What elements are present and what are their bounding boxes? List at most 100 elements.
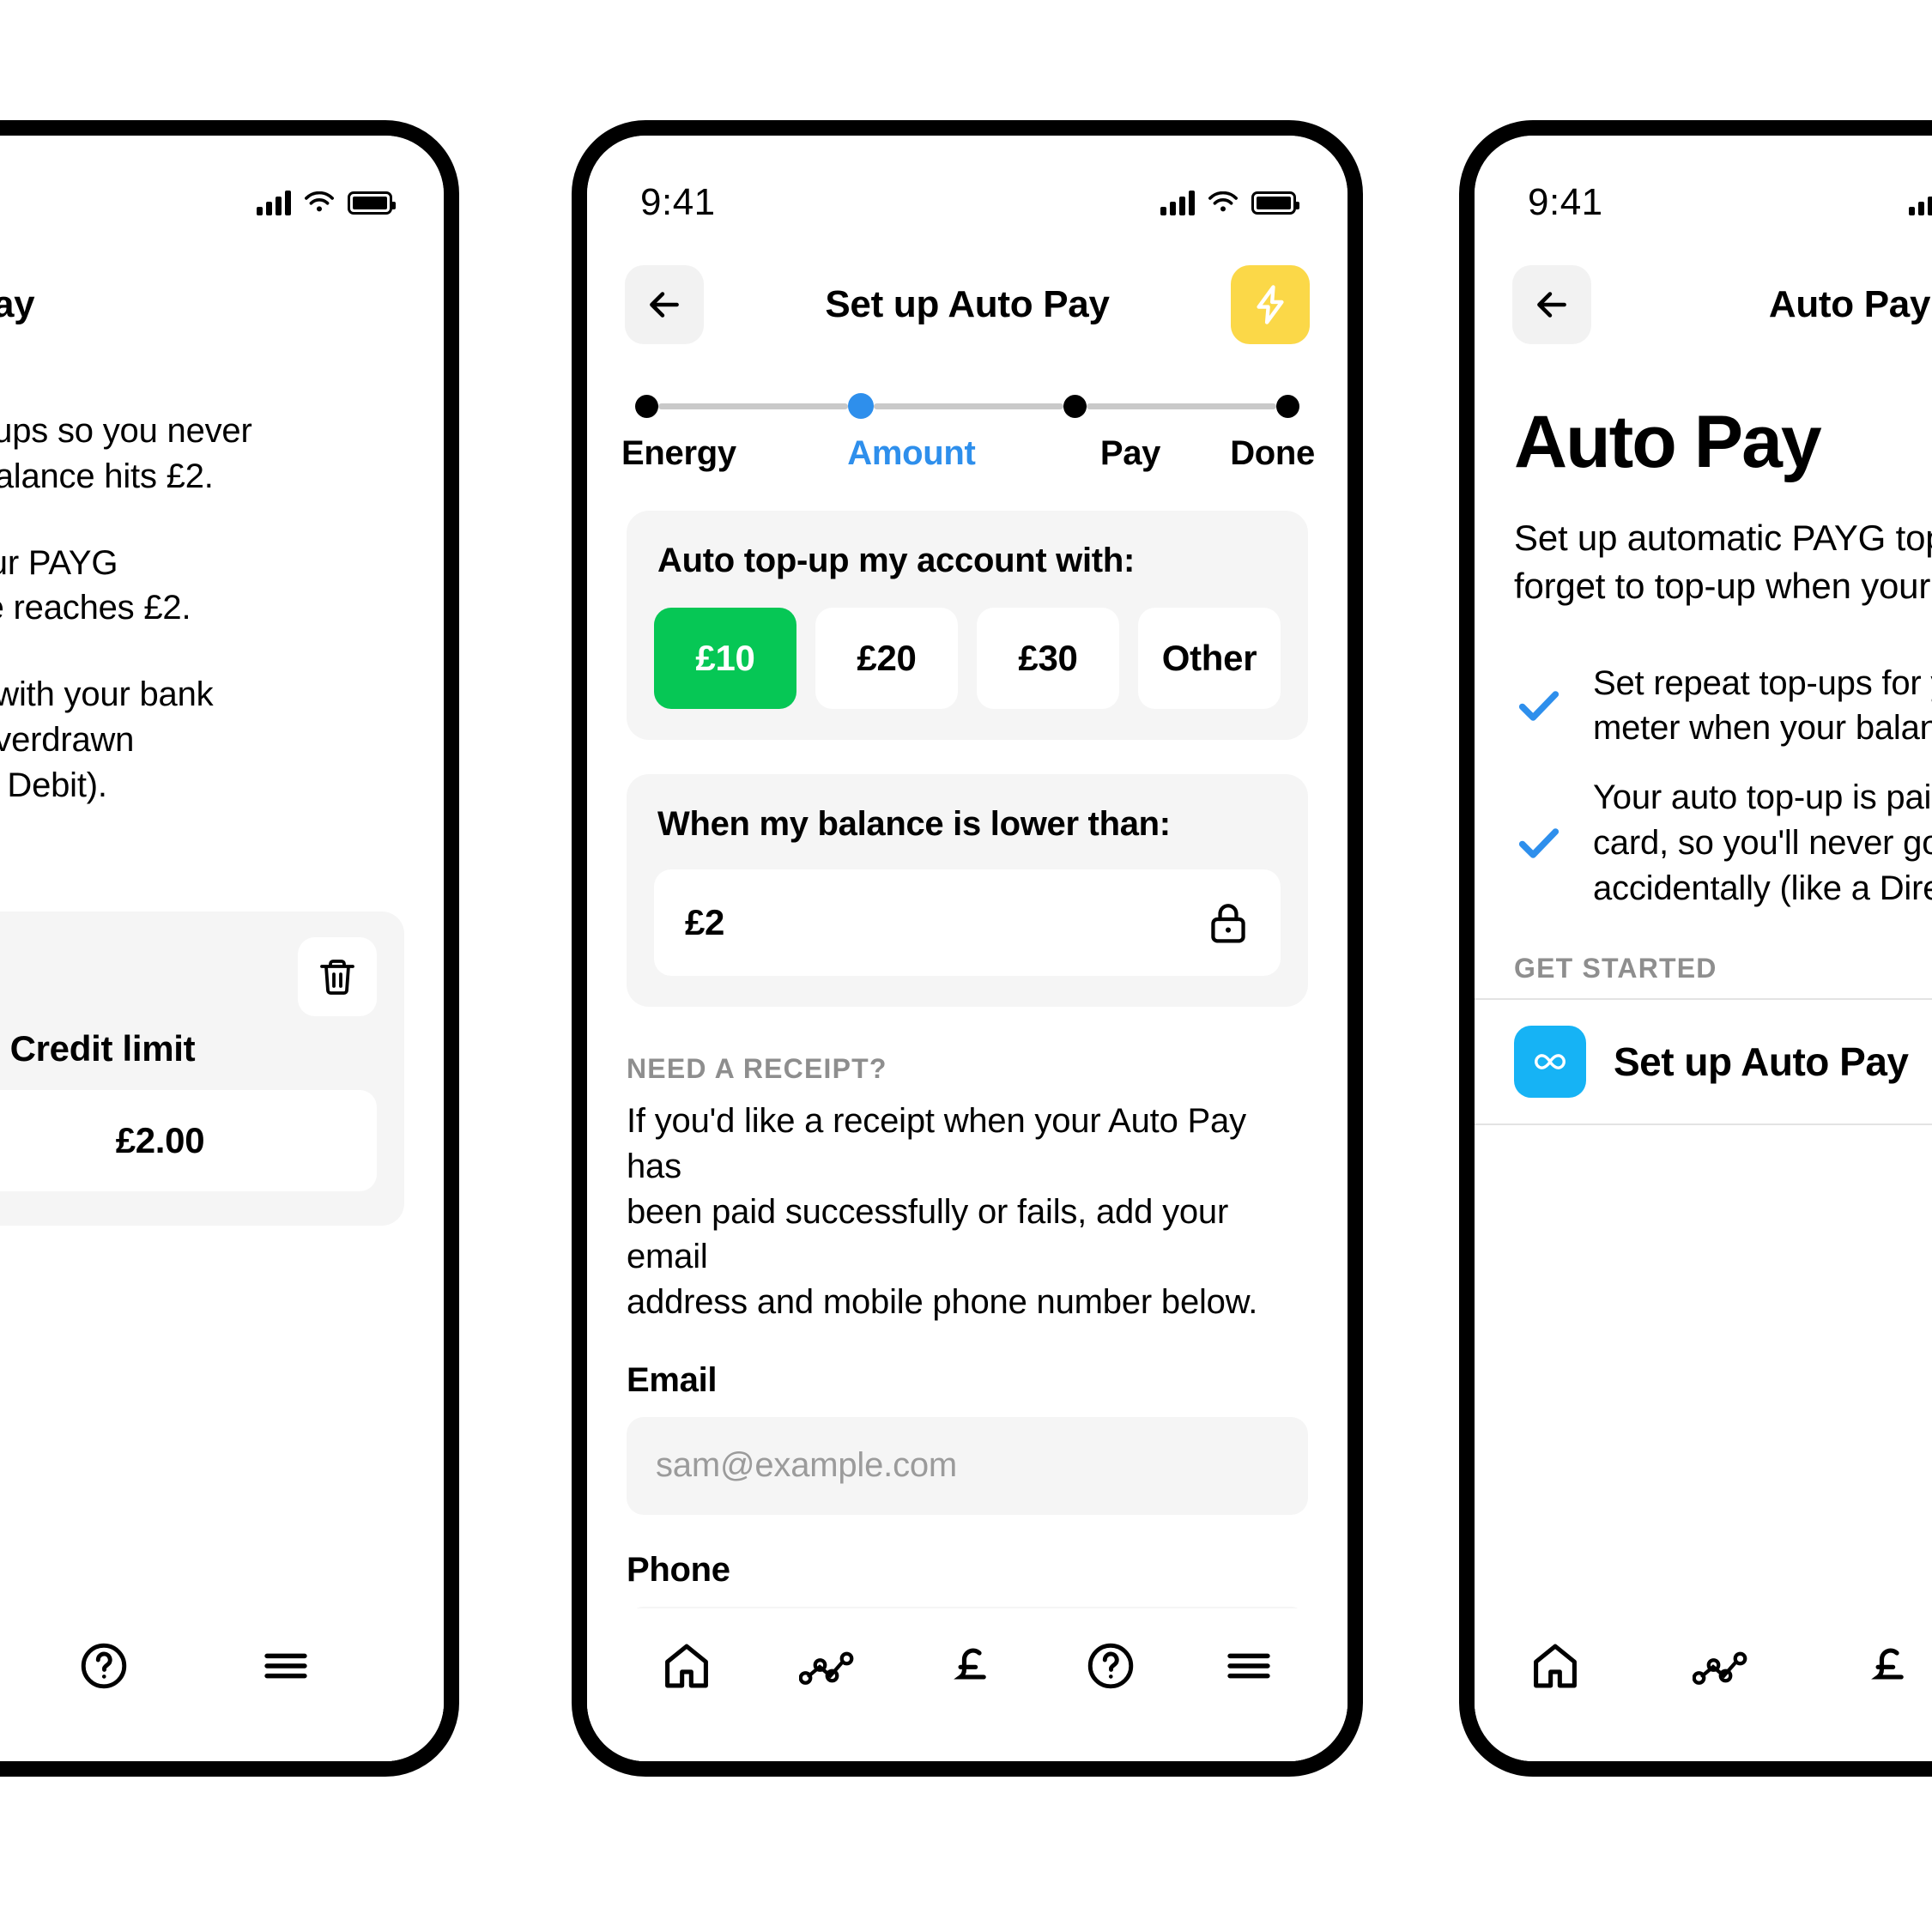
stepper-dot-energy[interactable] — [635, 394, 658, 418]
left-paragraph-0-line-0: c PAYG top-ups so you never — [0, 412, 252, 450]
amount-option-30[interactable]: £30 — [977, 608, 1119, 709]
phone-label: Phone — [627, 1550, 730, 1589]
credit-limit-label: Credit limit — [9, 1027, 196, 1069]
stepper-label-amount: Amount — [847, 434, 976, 472]
receipt-body: If you'd like a receipt when your Auto P… — [627, 1099, 1308, 1325]
balance-threshold-field[interactable]: £2 — [654, 869, 1281, 976]
cellular-bars-icon — [1160, 190, 1195, 215]
tab-payments-right[interactable] — [1862, 1639, 1916, 1693]
page-title-left: Auto Pay — [0, 283, 35, 325]
benefit-text-0: Set repeat top-ups for yo meter when you… — [1593, 661, 1932, 752]
stepper-labels: Energy Amount Pay Done — [621, 434, 1315, 473]
tab-usage-mid[interactable] — [799, 1644, 859, 1688]
topup-amount-card: Auto top-up my account with: £10 £20 £30… — [627, 511, 1308, 740]
tab-menu-left[interactable] — [259, 1639, 312, 1693]
phone-right-screen: 9:41 Auto Pay Auto Pay Set up automatic … — [1475, 136, 1932, 1761]
receipt-eyebrow: NEED A RECEIPT? — [627, 1053, 887, 1084]
infinity-icon-badge — [1514, 1025, 1586, 1098]
hero-copy: Set up automatic PAYG top-u forget to to… — [1475, 485, 1932, 611]
left-paragraph-2-line-2: (like a Direct Debit). — [0, 766, 107, 804]
stepper-label-pay: Pay — [1099, 434, 1161, 472]
left-paragraph-2-line-1: ll never go overdrawn — [0, 720, 135, 759]
list-divider-bottom — [1475, 1123, 1932, 1125]
phone-left-screen: Auto Pay c PAYG top-ups so you never whe… — [0, 136, 444, 1761]
hero-copy-line-0: Set up automatic PAYG top-u — [1514, 518, 1932, 558]
balance-threshold-title: When my balance is lower than: — [657, 805, 1171, 843]
hero-title: Auto Pay — [1514, 401, 1822, 483]
benefit-item-0: Set repeat top-ups for yo meter when you… — [1514, 661, 1932, 752]
question-circle-icon — [81, 1643, 127, 1689]
set-up-auto-pay-row[interactable]: Set up Auto Pay — [1475, 1000, 1932, 1123]
amount-option-10[interactable]: £10 — [654, 608, 796, 709]
back-button[interactable] — [625, 265, 704, 344]
lock-icon — [1211, 904, 1245, 943]
wifi-icon — [1208, 191, 1239, 215]
stepper-line-1 — [658, 403, 848, 409]
delete-button[interactable] — [298, 936, 377, 1016]
tab-payments-mid[interactable] — [945, 1639, 998, 1693]
get-started-eyebrow: GET STARTED — [1514, 952, 1717, 984]
tab-bar-left — [0, 1608, 444, 1761]
battery-icon — [348, 191, 396, 215]
credit-limit-value[interactable]: £2.00 — [0, 1089, 377, 1191]
stepper-dot-amount[interactable] — [848, 393, 874, 419]
tab-usage-right[interactable] — [1693, 1644, 1753, 1688]
receipt-body-line-0: If you'd like a receipt when your Auto P… — [627, 1102, 1246, 1185]
balance-threshold-value: £2 — [685, 902, 725, 942]
amount-option-other[interactable]: Other — [1138, 608, 1281, 709]
question-circle-icon — [1087, 1643, 1133, 1689]
set-up-auto-pay-label: Set up Auto Pay — [1614, 1039, 1909, 1084]
tab-help-mid[interactable] — [1084, 1639, 1137, 1693]
stepper-dot-pay[interactable] — [1063, 394, 1087, 418]
checkmark-icon — [1518, 828, 1560, 859]
email-label: Email — [627, 1360, 718, 1399]
tab-menu-mid[interactable] — [1222, 1639, 1275, 1693]
battery-icon — [1251, 191, 1299, 215]
status-icons-mid — [1160, 190, 1299, 215]
benefit-0-line-0: Set repeat top-ups for yo — [1593, 663, 1932, 702]
amount-option-20[interactable]: £20 — [815, 608, 958, 709]
receipt-body-line-2: address and mobile phone number below. — [627, 1283, 1258, 1322]
credit-limit-card: Credit limit £2.00 — [0, 911, 404, 1226]
stepper-line-3 — [1087, 403, 1276, 409]
tab-home-right[interactable] — [1528, 1638, 1583, 1693]
phone-middle: 9:41 Set up Auto Pay Energy Amount Pay D… — [572, 120, 1363, 1777]
benefit-1-line-2: accidentally (like a Direct — [1593, 869, 1932, 907]
topup-amount-options: £10 £20 £30 Other — [654, 608, 1281, 709]
stepper-dot-done[interactable] — [1276, 394, 1299, 418]
back-button-right[interactable] — [1512, 265, 1591, 344]
stepper-line-2 — [874, 403, 1063, 409]
home-icon — [1534, 1644, 1577, 1688]
home-icon — [664, 1644, 708, 1688]
left-paragraph-2-line-0: p-up is paid with your bank — [0, 675, 214, 714]
topup-amount-title: Auto top-up my account with: — [657, 542, 1135, 579]
hamburger-menu-icon — [1227, 1653, 1270, 1679]
lightning-bolt-icon — [1257, 285, 1284, 324]
credit-limit-fields: £2.00 — [0, 1089, 377, 1191]
stepper-label-done: Done — [1230, 434, 1315, 472]
status-bar-mid: 9:41 — [587, 136, 1348, 237]
status-icons — [257, 190, 396, 215]
pound-sterling-icon — [1871, 1648, 1904, 1680]
tab-home-mid[interactable] — [659, 1638, 714, 1693]
pound-sterling-icon — [954, 1648, 986, 1680]
tab-bar-right — [1475, 1608, 1932, 1761]
email-input[interactable]: sam@example.com — [627, 1416, 1308, 1515]
balance-threshold-card: When my balance is lower than: £2 — [627, 774, 1308, 1007]
benefit-1-line-1: card, so you'll never go ov — [1593, 823, 1932, 862]
tab-help-left[interactable] — [77, 1639, 130, 1693]
receipt-body-line-1: been paid successfully or fails, add you… — [627, 1192, 1229, 1276]
left-paragraph-0-line-1: when your balance hits £2. — [0, 457, 214, 495]
left-paragraph-1-line-1: your balance reaches £2. — [0, 589, 191, 627]
benefit-item-1: Your auto top-up is paid card, so you'll… — [1514, 775, 1932, 911]
energy-action-button[interactable] — [1231, 265, 1310, 344]
screenshot-stage: Auto Pay c PAYG top-ups so you never whe… — [0, 0, 1932, 1932]
tab-bar-mid — [587, 1608, 1348, 1761]
hamburger-menu-icon — [264, 1653, 307, 1679]
benefit-list: Set repeat top-ups for yo meter when you… — [1475, 611, 1932, 911]
left-paragraph-1-line-0: p-ups for your PAYG — [0, 543, 118, 582]
phone-right: 9:41 Auto Pay Auto Pay Set up automatic … — [1459, 120, 1932, 1777]
benefit-1-line-0: Your auto top-up is paid — [1593, 778, 1932, 817]
wifi-icon — [304, 191, 335, 215]
status-bar-right: 9:41 — [1475, 136, 1932, 237]
